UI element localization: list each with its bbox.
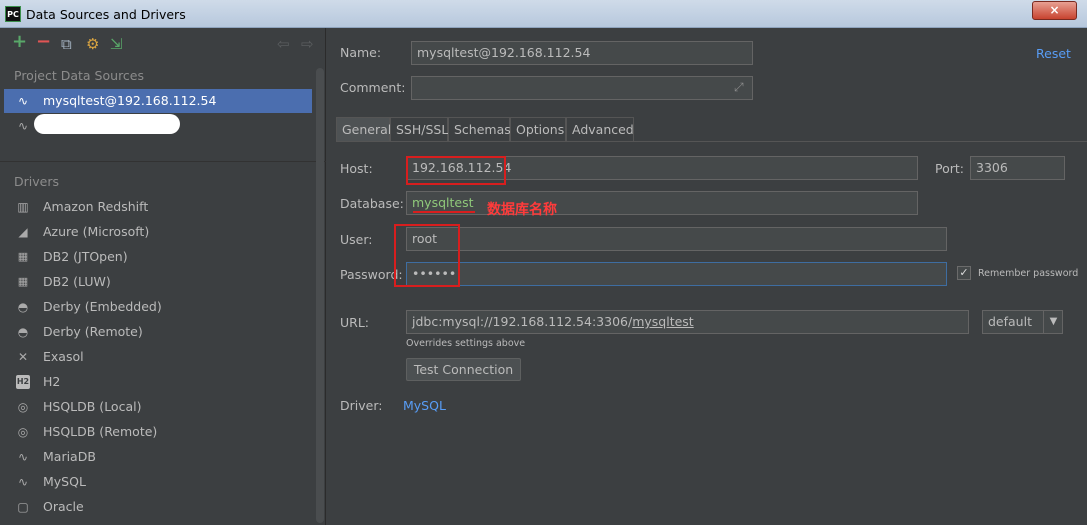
exasol-icon: ✕ xyxy=(17,350,29,364)
host-label: Host: xyxy=(340,161,373,176)
driver-label: Derby (Remote) xyxy=(43,324,143,339)
sidebar-scrollbar[interactable] xyxy=(316,68,324,523)
comment-label: Comment: xyxy=(340,80,406,95)
driver-item[interactable]: ✕ Exasol xyxy=(4,345,312,369)
data-sources-sidebar: + − ⧉ ⚙ ⇲ ⇦ ⇨ Project Data Sources ∿ mys… xyxy=(0,28,326,525)
chevron-down-icon[interactable]: ▼ xyxy=(1043,310,1063,334)
name-input[interactable]: mysqltest@192.168.112.54 xyxy=(411,41,753,65)
import-icon[interactable]: ⇲ xyxy=(110,36,123,52)
window-title: Data Sources and Drivers xyxy=(26,7,186,22)
hsqldb-icon: ◎ xyxy=(17,400,29,414)
reset-link[interactable]: Reset xyxy=(1036,46,1071,61)
driver-label: DB2 (LUW) xyxy=(43,274,111,289)
expand-icon[interactable]: ⤢ xyxy=(734,80,744,95)
driver-label: HSQLDB (Remote) xyxy=(43,424,158,439)
driver-label: MariaDB xyxy=(43,449,96,464)
remember-password-label: Remember password xyxy=(978,268,1079,279)
database-underline xyxy=(413,211,475,213)
tab-advanced[interactable]: Advanced xyxy=(566,117,634,141)
remember-password-checkbox[interactable]: ✓ xyxy=(957,266,971,280)
data-source-settings: Name: mysqltest@192.168.112.54 Reset Com… xyxy=(327,28,1087,525)
driver-item[interactable]: H2 H2 xyxy=(4,370,312,394)
driver-item[interactable]: ∿ MySQL xyxy=(4,470,312,494)
driver-item[interactable]: ∿ MariaDB xyxy=(4,445,312,469)
database-value: mysqltest xyxy=(412,195,474,210)
driver-item[interactable]: ▥ Amazon Redshift xyxy=(4,195,312,219)
pycharm-app-icon: PC xyxy=(5,6,21,22)
driver-item[interactable]: ◢ Azure (Microsoft) xyxy=(4,220,312,244)
h2-icon: H2 xyxy=(16,375,30,389)
database-input[interactable]: mysqltest xyxy=(406,191,918,215)
user-input[interactable]: root xyxy=(406,227,947,251)
azure-icon: ◢ xyxy=(18,225,28,239)
mariadb-icon: ∿ xyxy=(17,450,29,464)
ibm-db2-icon: ▦ xyxy=(17,275,29,288)
url-input[interactable]: jdbc:mysql://192.168.112.54:3306/mysqlte… xyxy=(406,310,969,334)
tab-options[interactable]: Options xyxy=(510,117,566,141)
redaction-mark xyxy=(34,114,180,134)
tab-divider xyxy=(336,141,1087,142)
name-label: Name: xyxy=(340,45,382,60)
port-input[interactable]: 3306 xyxy=(970,156,1065,180)
hsqldb-icon: ◎ xyxy=(17,425,29,439)
mysql-icon: ∿ xyxy=(17,119,29,133)
driver-item[interactable]: ▢ Oracle xyxy=(4,495,312,519)
add-icon[interactable]: + xyxy=(12,33,27,51)
driver-label: Oracle xyxy=(43,499,84,514)
drivers-heading: Drivers xyxy=(14,174,59,189)
window-close-button[interactable]: × xyxy=(1032,1,1077,20)
project-data-sources-heading: Project Data Sources xyxy=(14,68,145,83)
driver-item[interactable]: ◓ Derby (Embedded) xyxy=(4,295,312,319)
database-annotation: 数据库名称 xyxy=(487,202,557,218)
tab-general[interactable]: General xyxy=(336,117,391,141)
url-database-link[interactable]: mysqltest xyxy=(632,314,694,329)
sidebar-separator xyxy=(0,161,326,162)
driver-item[interactable]: ◎ HSQLDB (Remote) xyxy=(4,420,312,444)
user-label: User: xyxy=(340,232,373,247)
driver-item[interactable]: ◓ Derby (Remote) xyxy=(4,320,312,344)
ibm-db2-icon: ▦ xyxy=(17,250,29,263)
mysql-icon: ∿ xyxy=(17,94,29,108)
derby-hat-icon: ◓ xyxy=(17,300,29,314)
url-prefix: jdbc:mysql://192.168.112.54:3306/ xyxy=(412,314,633,329)
credentials-highlight-box xyxy=(394,224,460,287)
driver-label: HSQLDB (Local) xyxy=(43,399,142,414)
test-connection-button[interactable]: Test Connection xyxy=(406,358,521,381)
password-input[interactable]: •••••• xyxy=(406,262,947,286)
driver-label: Amazon Redshift xyxy=(43,199,149,214)
overrides-note: Overrides settings above xyxy=(406,338,526,349)
driver-item[interactable]: ◎ HSQLDB (Local) xyxy=(4,395,312,419)
database-label: Database: xyxy=(340,196,404,211)
host-highlight-box xyxy=(406,156,506,185)
driver-label: MySQL xyxy=(43,474,86,489)
derby-hat-icon: ◓ xyxy=(17,325,29,339)
driver-label: DB2 (JTOpen) xyxy=(43,249,128,264)
project-source-item[interactable]: ∿ mysqltest@192.168.112.54 xyxy=(4,89,312,113)
port-label: Port: xyxy=(935,161,964,176)
driver-label: Azure (Microsoft) xyxy=(43,224,150,239)
copy-icon[interactable]: ⧉ xyxy=(61,36,72,52)
back-arrow-icon[interactable]: ⇦ xyxy=(277,36,290,52)
mysql-icon: ∿ xyxy=(17,475,29,489)
driver-label: Driver: xyxy=(340,398,383,413)
driver-item[interactable]: ▦ DB2 (LUW) xyxy=(4,270,312,294)
url-label: URL: xyxy=(340,315,370,330)
driver-label: Derby (Embedded) xyxy=(43,299,162,314)
forward-arrow-icon[interactable]: ⇨ xyxy=(301,36,314,52)
comment-input[interactable] xyxy=(411,76,753,100)
project-source-label: mysqltest@192.168.112.54 xyxy=(43,93,217,108)
redshift-icon: ▥ xyxy=(17,200,29,214)
driver-item[interactable]: ▦ DB2 (JTOpen) xyxy=(4,245,312,269)
oracle-icon: ▢ xyxy=(17,500,29,514)
tab-ssh-ssl[interactable]: SSH/SSL xyxy=(390,117,448,141)
remove-icon[interactable]: − xyxy=(36,33,51,51)
tab-schemas[interactable]: Schemas xyxy=(448,117,511,141)
window-titlebar: PC Data Sources and Drivers × xyxy=(0,0,1087,28)
settings-icon[interactable]: ⚙ xyxy=(86,36,99,52)
driver-label: H2 xyxy=(43,374,61,389)
driver-link[interactable]: MySQL xyxy=(403,398,446,413)
driver-label: Exasol xyxy=(43,349,84,364)
